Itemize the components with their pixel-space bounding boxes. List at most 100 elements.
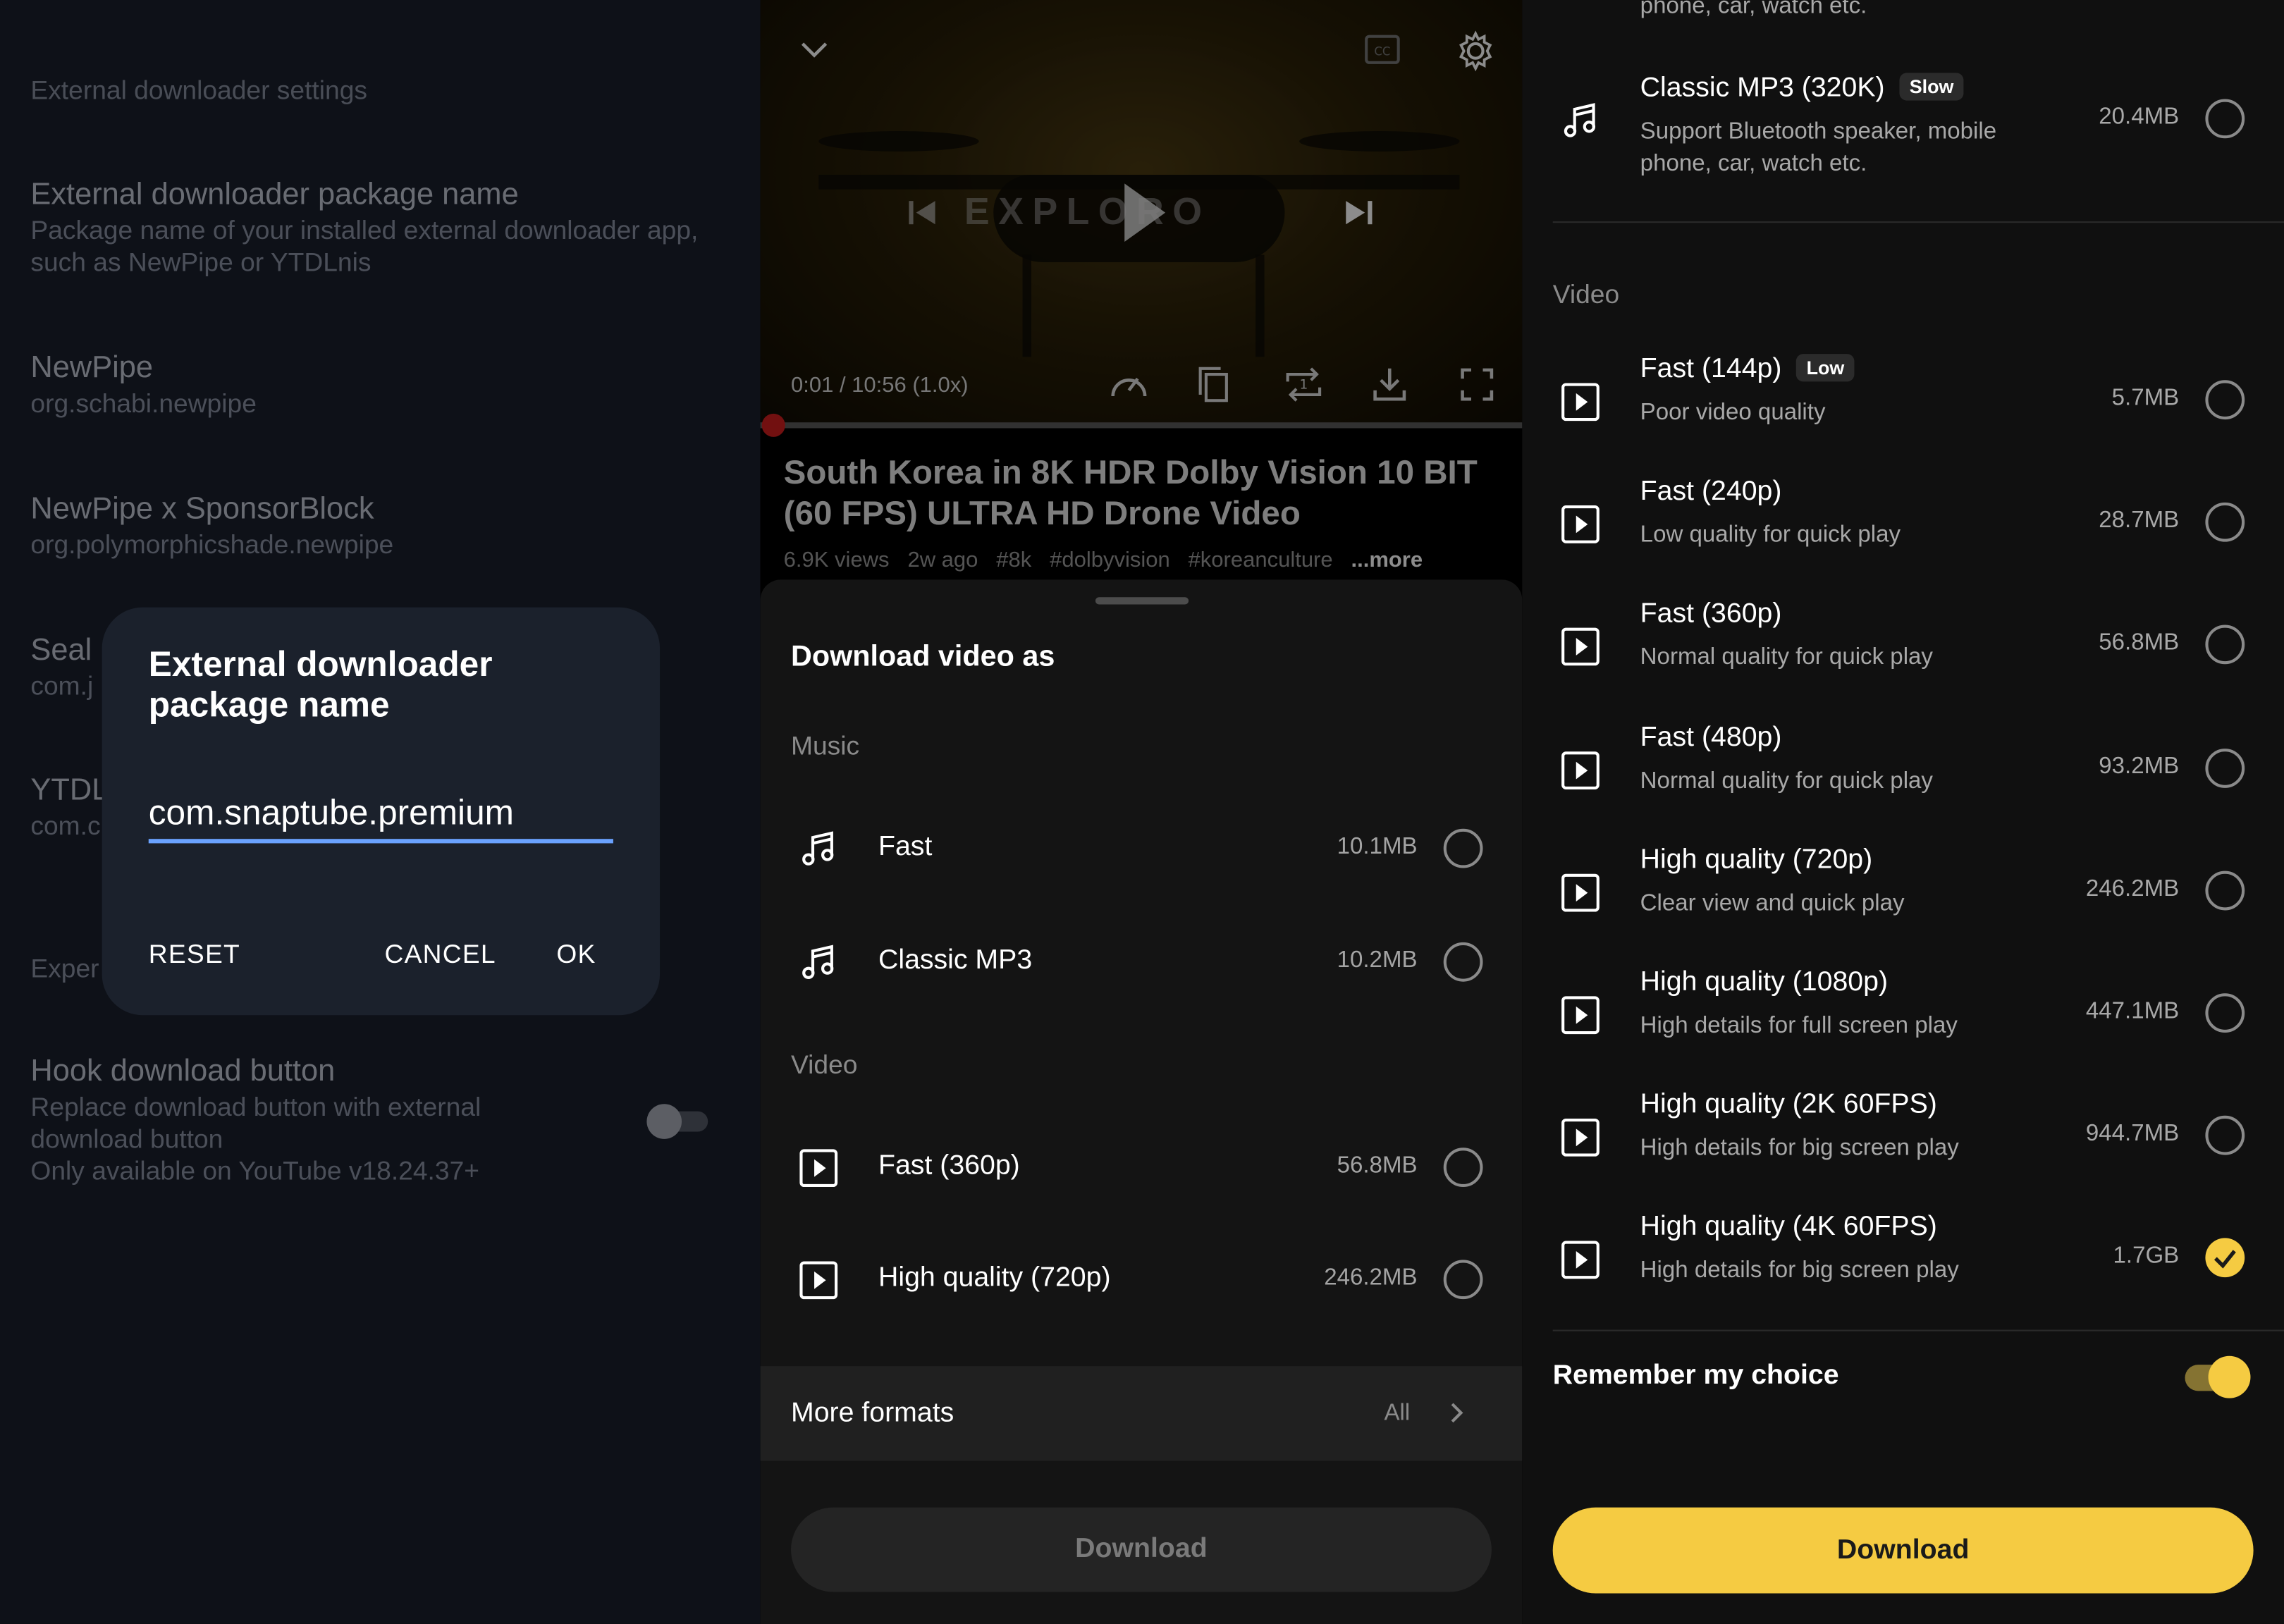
video-format-option[interactable]: High quality (720p) Clear view and quick … xyxy=(1522,832,2284,954)
music-section-label: Music xyxy=(791,731,860,761)
video-play-icon xyxy=(1561,627,1600,666)
video-play-icon xyxy=(1561,751,1600,789)
setting-subtitle: org.schabi.newpipe xyxy=(30,388,257,419)
package-name-dialog: External downloader package name com.sna… xyxy=(102,607,661,1016)
chevron-right-icon xyxy=(1451,1403,1463,1423)
format-size: 447.1MB xyxy=(2085,999,2180,1024)
video-format-option[interactable]: Fast (144p) Low Poor video quality 5.7MB xyxy=(1522,341,2284,464)
option-label: High quality (720p) xyxy=(878,1262,1111,1293)
setting-newpipe-sponsorblock[interactable]: NewPipe x SponsorBlock org.polymorphicsh… xyxy=(30,489,744,560)
divider xyxy=(1552,221,2284,223)
hook-download-toggle[interactable] xyxy=(646,1104,708,1139)
setting-newpipe[interactable]: NewPipe org.schabi.newpipe xyxy=(30,348,744,419)
music-option-fast[interactable]: Fast 10.1MB xyxy=(761,808,1523,890)
format-radio[interactable] xyxy=(2205,1238,2245,1278)
more-formats-label: More formats xyxy=(791,1398,954,1429)
format-title-text: Fast (360p) xyxy=(1640,598,1782,629)
music-option-classic-mp3[interactable]: Classic MP3 10.2MB xyxy=(761,922,1523,1004)
more-formats-row[interactable]: More formats All xyxy=(760,1366,1523,1461)
format-title-text: Fast (480p) xyxy=(1640,722,1782,753)
format-size: 944.7MB xyxy=(2085,1121,2180,1147)
format-subtitle: Clear view and quick play xyxy=(1640,891,1905,916)
more-formats-value: All xyxy=(1384,1401,1411,1426)
music-note-icon xyxy=(1564,103,1596,137)
format-size: 93.2MB xyxy=(2099,754,2180,780)
format-radio[interactable] xyxy=(2205,871,2245,911)
option-size: 10.1MB xyxy=(1337,835,1418,860)
settings-header: External downloader settings xyxy=(30,75,368,105)
format-subtitle: Normal quality for quick play xyxy=(1640,645,1933,670)
music-note-icon xyxy=(802,831,834,866)
option-radio[interactable] xyxy=(1443,1260,1483,1300)
setting-package-name[interactable]: External downloader package name Package… xyxy=(30,175,744,278)
format-size: 5.7MB xyxy=(2111,386,2180,411)
format-title-text: High quality (1080p) xyxy=(1640,967,1889,998)
format-radio[interactable] xyxy=(2205,380,2245,420)
video-option-360p[interactable]: Fast (360p) 56.8MB xyxy=(761,1127,1523,1209)
format-subtitle: Low quality for quick play xyxy=(1640,522,1901,548)
video-format-option[interactable]: Fast (240p) Low quality for quick play 28.… xyxy=(1522,463,2284,586)
cut-off-subtitle: phone, car, watch etc. xyxy=(1640,0,1867,19)
music-note-icon xyxy=(802,945,834,979)
format-title: Fast (480p) xyxy=(1640,722,1782,754)
setting-hook-download-button[interactable]: Hook download button Replace download bu… xyxy=(30,1052,555,1187)
video-section-label: Video xyxy=(791,1050,858,1080)
setting-note: Only available on YouTube v18.24.37+ xyxy=(30,1156,479,1186)
setting-subtitle: org.polymorphicshade.newpipe xyxy=(30,530,394,560)
dialog-title: External downloader package name xyxy=(148,645,493,726)
format-subtitle: Normal quality for quick play xyxy=(1640,769,1933,794)
download-sheet-panel: EXPLORO CC 0:01 / 10:56 (1.0x) 1 South K… xyxy=(760,0,1523,1624)
format-subtitle: Support Bluetooth speaker, mobile phone,… xyxy=(1640,119,1997,177)
video-format-option[interactable]: High quality (4K 60FPS) High details for … xyxy=(1522,1199,2284,1322)
format-radio[interactable] xyxy=(2205,993,2245,1033)
package-name-input[interactable]: com.snaptube.premium xyxy=(148,788,613,844)
option-size: 10.2MB xyxy=(1337,948,1418,973)
format-radio[interactable] xyxy=(2205,99,2245,139)
option-label: Fast xyxy=(878,831,933,863)
check-icon xyxy=(2214,1250,2236,1269)
format-radio[interactable] xyxy=(2205,749,2245,788)
format-title: High quality (4K 60FPS) xyxy=(1640,1212,1937,1243)
video-play-icon xyxy=(1561,1241,1600,1279)
video-option-720p[interactable]: High quality (720p) 246.2MB xyxy=(761,1239,1523,1321)
remember-choice-toggle[interactable] xyxy=(2185,1355,2251,1400)
sheet-drag-handle[interactable] xyxy=(1095,597,1189,605)
option-size: 246.2MB xyxy=(1324,1265,1418,1291)
format-size: 56.8MB xyxy=(2099,630,2180,656)
format-subtitle: High details for big screen play xyxy=(1640,1136,1959,1161)
toggle-knob xyxy=(646,1104,682,1139)
download-button[interactable]: Download xyxy=(1552,1507,2254,1594)
setting-title: NewPipe x SponsorBlock xyxy=(30,492,374,526)
ok-button[interactable]: OK xyxy=(556,940,596,970)
video-play-icon xyxy=(799,1261,838,1300)
video-format-option[interactable]: High quality (2K 60FPS) High details for … xyxy=(1522,1076,2284,1199)
settings-panel: External downloader settings External do… xyxy=(0,0,761,1624)
remember-choice-label: Remember my choice xyxy=(1552,1360,1839,1391)
video-section-label: Video xyxy=(1552,279,1620,309)
video-play-icon xyxy=(1561,873,1600,912)
more-formats-panel: phone, car, watch etc. Classic MP3 (320K… xyxy=(1522,0,2284,1624)
cancel-button[interactable]: CANCEL xyxy=(385,940,496,970)
format-classic-mp3-320k[interactable]: Classic MP3 (320K) Slow Support Bluetooth… xyxy=(1522,60,2284,183)
format-title: High quality (720p) xyxy=(1640,844,1873,876)
video-format-option[interactable]: Fast (360p) Normal quality for quick play… xyxy=(1522,586,2284,708)
option-radio[interactable] xyxy=(1443,1148,1483,1188)
format-subtitle: High details for full screen play xyxy=(1640,1014,1958,1039)
format-title: Fast (144p) Low xyxy=(1640,354,1855,386)
reset-button[interactable]: RESET xyxy=(149,940,240,970)
option-radio[interactable] xyxy=(1443,828,1483,868)
video-format-option[interactable]: High quality (1080p) High details for ful… xyxy=(1522,954,2284,1076)
format-radio[interactable] xyxy=(2205,1115,2245,1155)
video-play-icon xyxy=(1561,383,1600,422)
video-format-option[interactable]: Fast (480p) Normal quality for quick play… xyxy=(1522,709,2284,832)
download-button-disabled[interactable]: Download xyxy=(791,1507,1492,1592)
toggle-knob xyxy=(2208,1355,2251,1398)
format-title-text: High quality (4K 60FPS) xyxy=(1640,1212,1937,1243)
format-title: Classic MP3 (320K) Slow xyxy=(1640,73,1964,104)
option-radio[interactable] xyxy=(1443,942,1483,982)
low-badge: Low xyxy=(1796,354,1855,382)
format-radio[interactable] xyxy=(2205,625,2245,665)
format-radio[interactable] xyxy=(2205,502,2245,542)
download-button-label: Download xyxy=(1075,1533,1208,1565)
format-size: 28.7MB xyxy=(2099,508,2180,534)
